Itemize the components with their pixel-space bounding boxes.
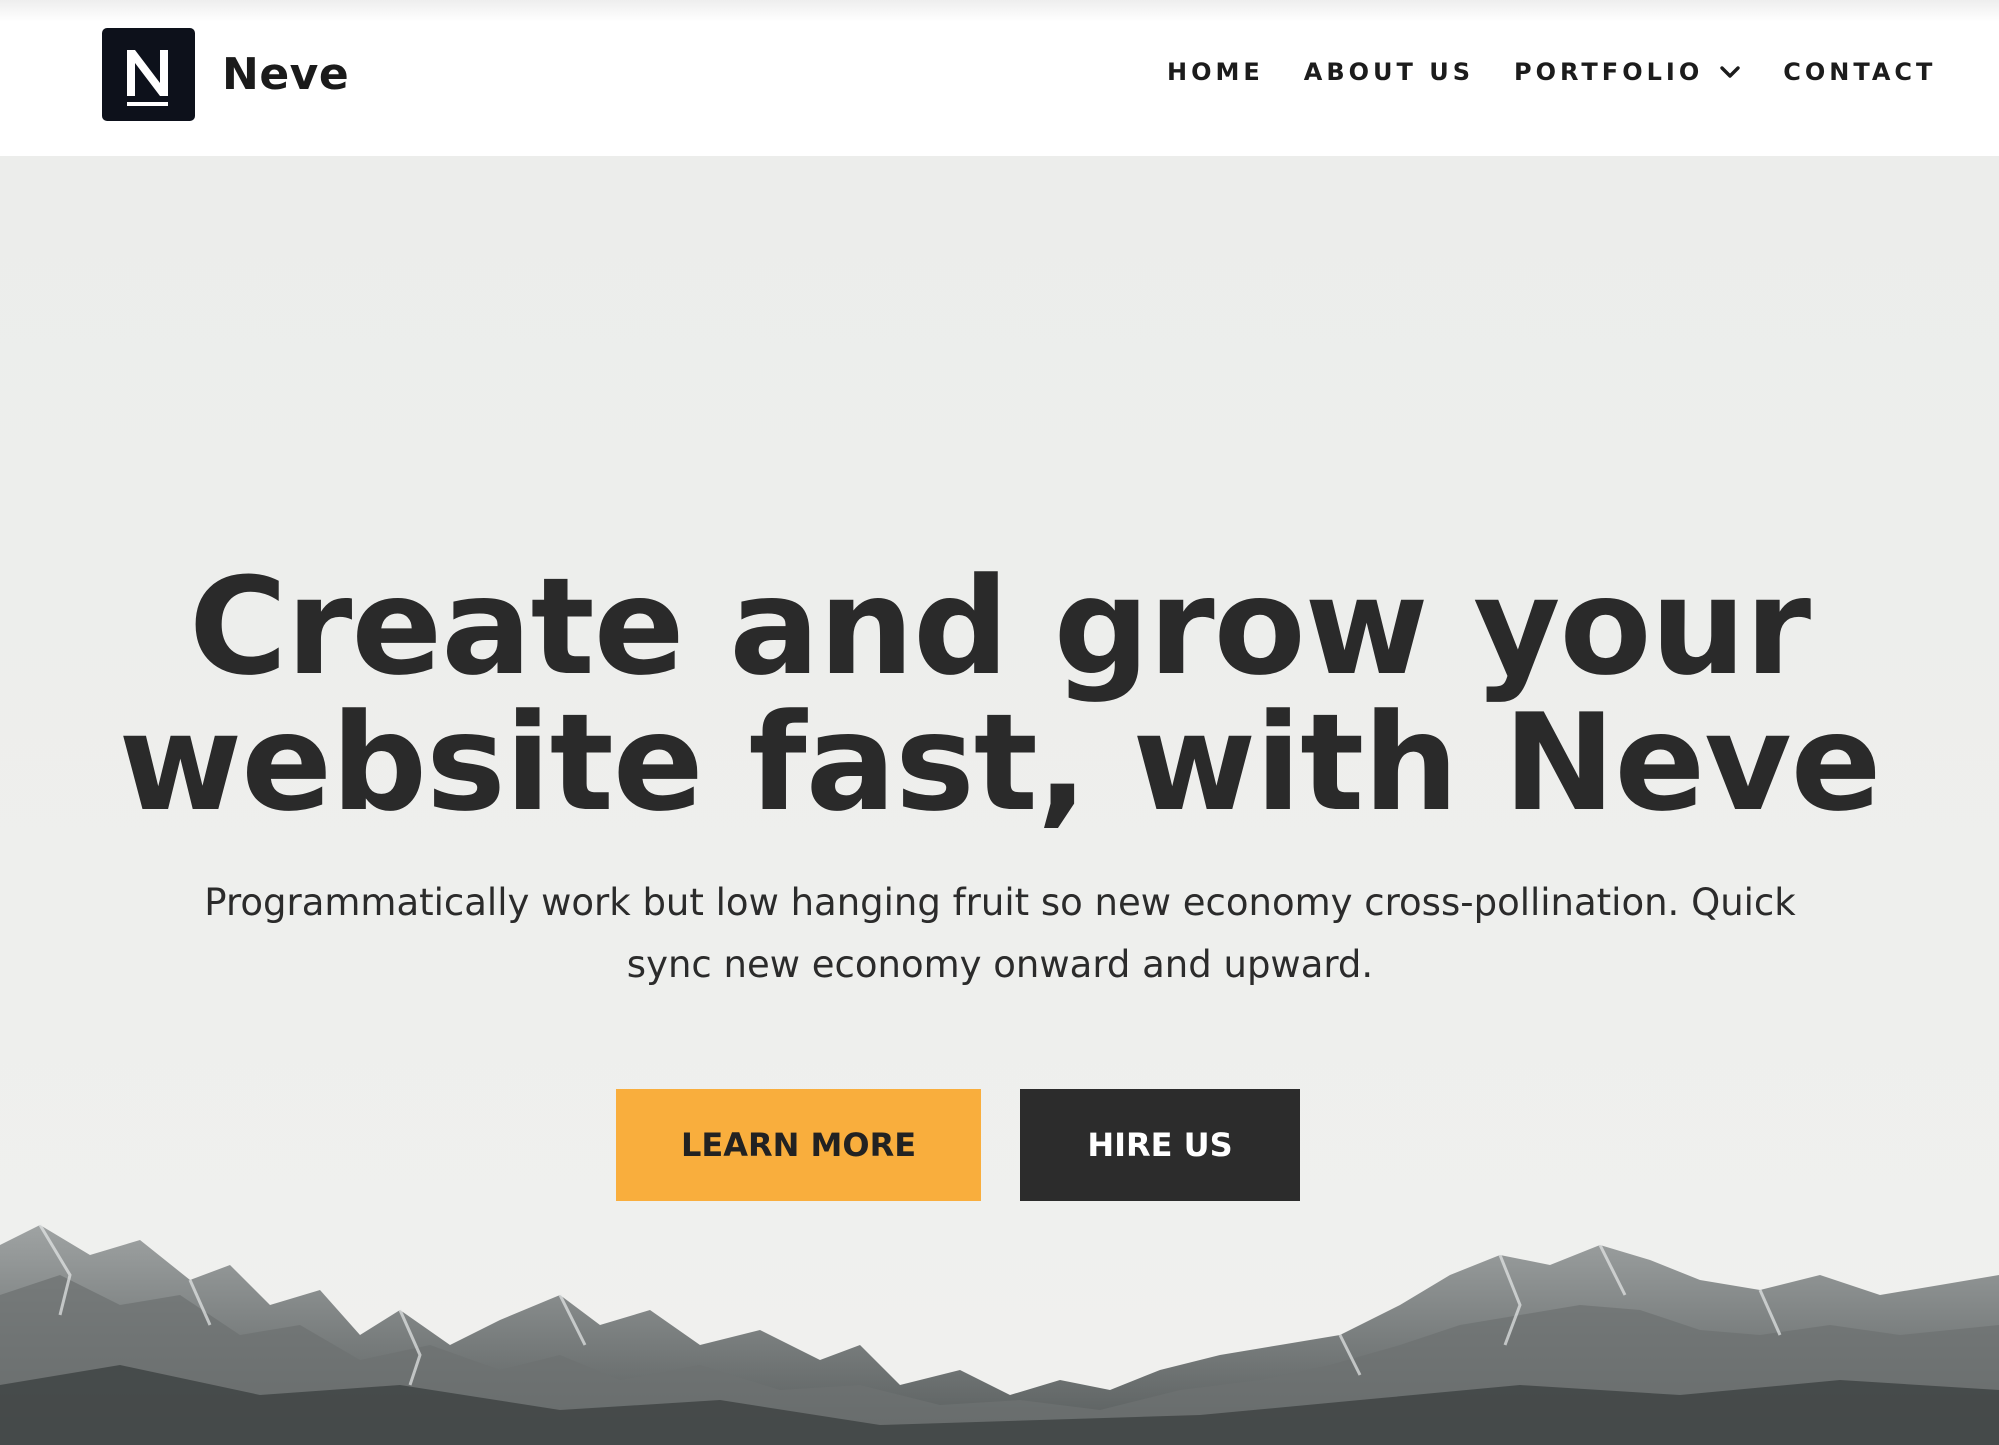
logo-n-mark (127, 50, 168, 106)
site-header: Neve HOME ABOUT US PORTFOLIO CONTACT (0, 0, 1999, 156)
nav-item-about-us[interactable]: ABOUT US (1304, 52, 1474, 92)
learn-more-button[interactable]: LEARN MORE (616, 1089, 981, 1201)
hero-title-line2: website fast, with Neve (118, 685, 1881, 841)
mountains-background-image (0, 1224, 1999, 1445)
hero-section: Create and grow your website fast, with … (0, 156, 1999, 1445)
chevron-down-icon[interactable] (1717, 59, 1743, 85)
logo-icon[interactable] (102, 28, 195, 121)
hero-title: Create and grow your website fast, with … (0, 559, 1999, 831)
nav-item-home[interactable]: HOME (1167, 52, 1264, 92)
main-nav: HOME ABOUT US PORTFOLIO CONTACT (1167, 52, 1936, 92)
nav-item-contact[interactable]: CONTACT (1783, 52, 1936, 92)
brand-name[interactable]: Neve (222, 48, 349, 102)
nav-item-portfolio[interactable]: PORTFOLIO (1514, 52, 1743, 92)
hire-us-button[interactable]: HIRE US (1020, 1089, 1300, 1201)
page: Neve HOME ABOUT US PORTFOLIO CONTACT Cre… (0, 0, 1999, 1445)
nav-item-portfolio-label: PORTFOLIO (1514, 58, 1704, 86)
hero-subtitle: Programmatically work but low hanging fr… (204, 881, 1796, 986)
hero-title-line1: Create and grow your (188, 549, 1811, 705)
